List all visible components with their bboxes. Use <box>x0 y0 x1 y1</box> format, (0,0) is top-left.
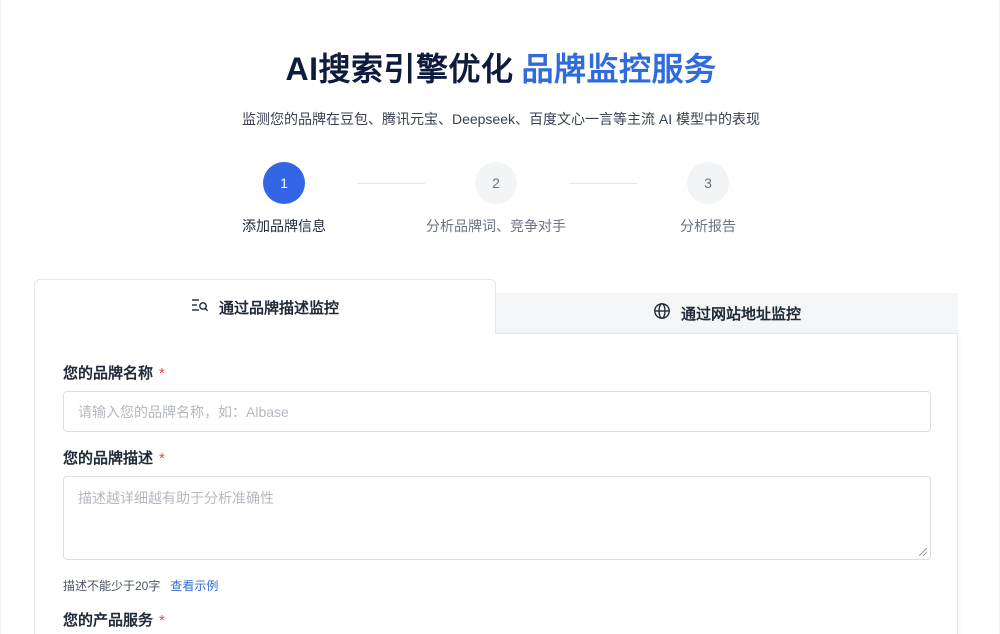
page-title: AI搜索引擎优化 品牌监控服务 <box>1 44 1000 90</box>
required-mark: * <box>159 365 165 382</box>
step-3: 3 分析报告 <box>608 162 808 236</box>
globe-icon <box>653 302 671 324</box>
brand-description-label: 您的品牌描述 * <box>63 450 165 467</box>
required-mark: * <box>159 612 165 629</box>
step-1: 1 添加品牌信息 <box>184 162 384 236</box>
brand-name-input[interactable]: 请输入您的品牌名称，如：Albase <box>63 391 931 432</box>
page: AI搜索引擎优化 品牌监控服务 监测您的品牌在豆包、腾讯元宝、Deepseek、百… <box>0 0 1000 634</box>
tab-website-label: 通过网站地址监控 <box>680 305 801 323</box>
brand-description-placeholder: 描述越详细越有助于分析准确性 <box>78 490 274 506</box>
tab-brand-description-label: 通过品牌描述监控 <box>218 299 339 317</box>
step-3-label: 分析报告 <box>680 218 736 234</box>
resize-handle-icon[interactable] <box>919 548 927 556</box>
brand-name-label: 您的品牌名称 * <box>63 365 165 382</box>
tab-website[interactable]: 通过网站地址监控 <box>496 293 958 334</box>
step-3-circle: 3 <box>687 162 729 204</box>
step-2-circle: 2 <box>475 162 517 204</box>
step-1-label: 添加品牌信息 <box>242 218 326 234</box>
title-accent: 品牌监控服务 <box>521 51 717 87</box>
required-mark: * <box>159 450 165 467</box>
tab-brand-description[interactable]: 通过品牌描述监控 <box>34 279 496 334</box>
monitor-card: 您的品牌名称 * 请输入您的品牌名称，如：Albase 您的品牌描述 * 描述越详细… <box>34 279 958 634</box>
step-1-circle: 1 <box>263 162 305 204</box>
view-example-link[interactable]: 查看示例 <box>170 579 218 593</box>
description-hint: 描述不能少于20字 查看示例 <box>63 579 219 593</box>
form-panel: 您的品牌名称 * 请输入您的品牌名称，如：Albase 您的品牌描述 * 描述越详细… <box>34 333 958 634</box>
step-2-label: 分析品牌词、竞争对手 <box>426 218 566 234</box>
product-services-label: 您的产品服务 * <box>63 612 165 629</box>
step-2: 2 分析品牌词、竞争对手 <box>396 162 596 236</box>
page-subtitle: 监测您的品牌在豆包、腾讯元宝、Deepseek、百度文心一言等主流 AI 模型中… <box>241 111 761 127</box>
brand-description-textarea[interactable]: 描述越详细越有助于分析准确性 <box>63 476 931 560</box>
title-main: AI搜索引擎优化 <box>285 51 514 87</box>
list-search-icon <box>191 297 209 317</box>
